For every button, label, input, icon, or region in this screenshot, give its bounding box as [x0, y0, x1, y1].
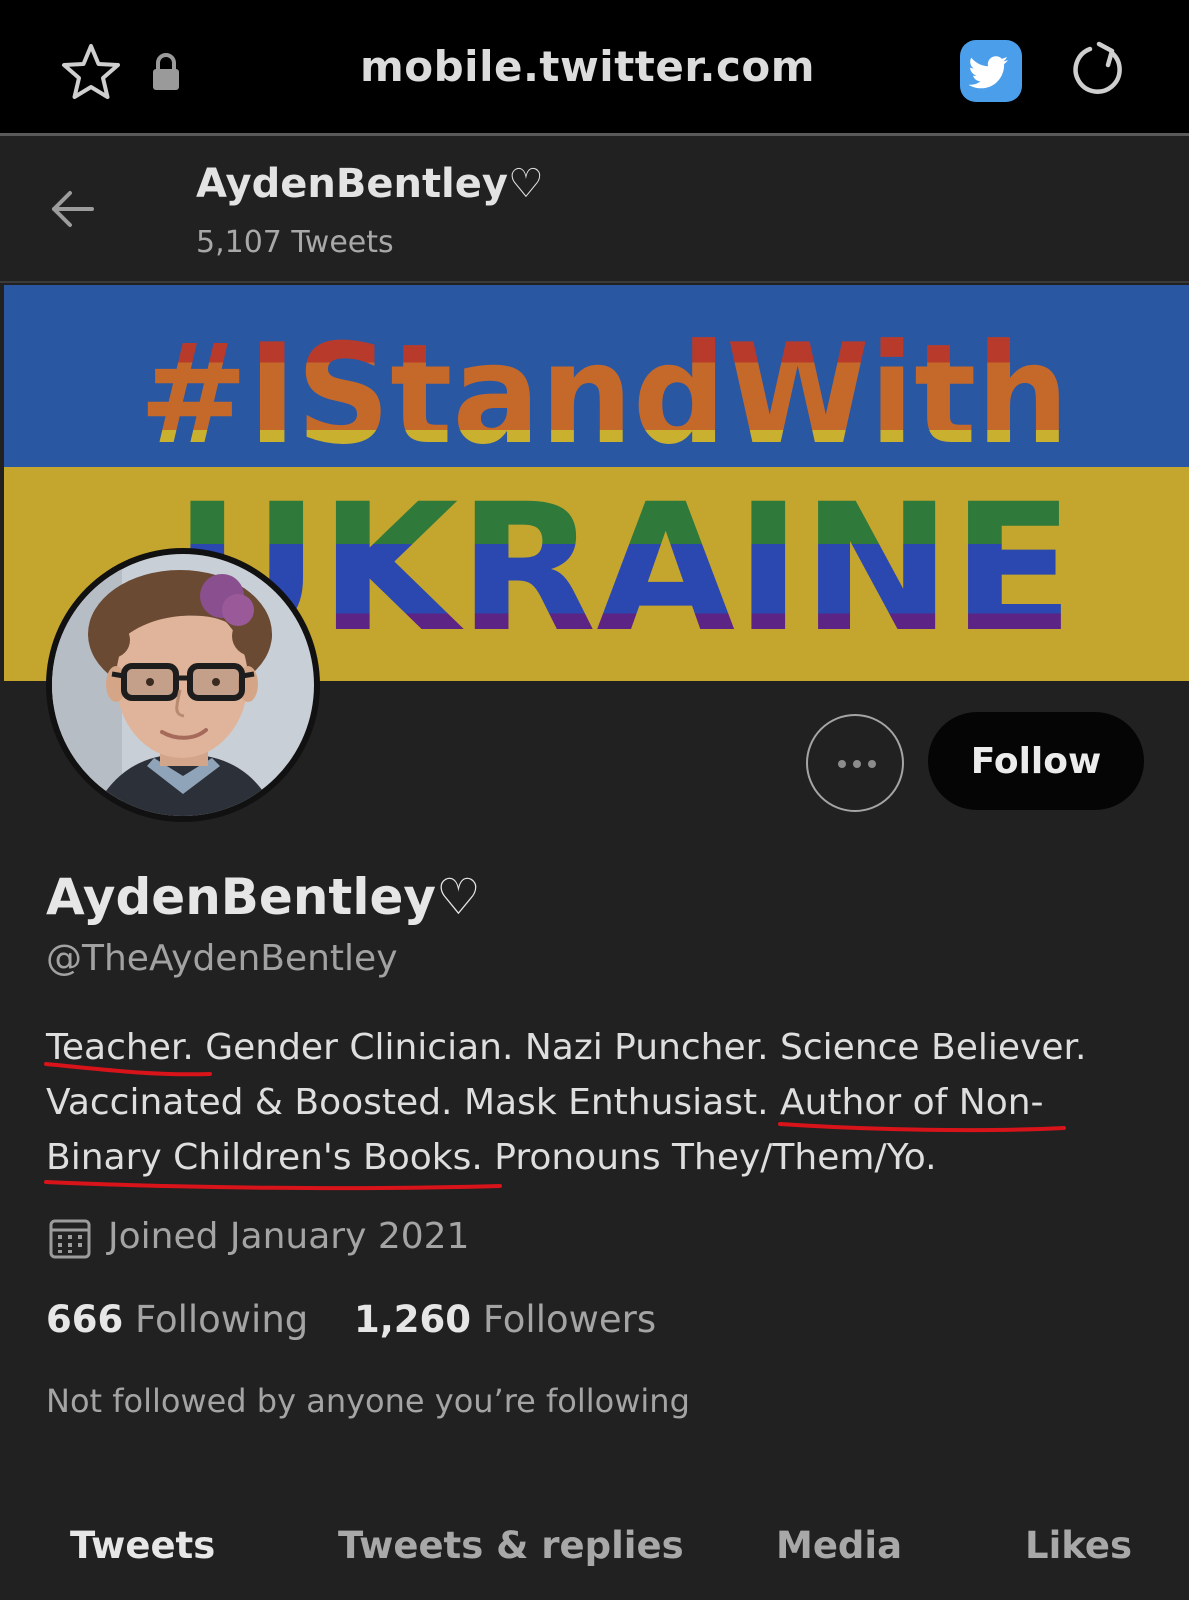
profile-avatar[interactable]: [46, 548, 320, 822]
profile-display-name: AydenBentley♡: [46, 868, 481, 926]
tab-likes[interactable]: Likes: [1025, 1524, 1132, 1567]
mutual-followers-note: Not followed by anyone you’re following: [46, 1382, 690, 1420]
following-count: 666: [46, 1298, 124, 1341]
following-link[interactable]: 666 Following: [46, 1298, 308, 1341]
banner-line1: #IStandWith: [139, 314, 1069, 475]
profile-tabs: Tweets Tweets & replies Media Likes: [0, 1510, 1189, 1600]
bio-line: Teacher. Gender Clinician. Nazi Puncher.…: [46, 1027, 1087, 1068]
dot: [853, 760, 861, 768]
follow-button[interactable]: Follow: [928, 712, 1144, 810]
dot: [838, 760, 846, 768]
tab-media[interactable]: Media: [776, 1524, 902, 1567]
joined-date: Joined January 2021: [108, 1216, 470, 1257]
back-arrow-icon[interactable]: [50, 189, 96, 229]
lock-icon: [153, 53, 179, 90]
address-bar-url[interactable]: mobile.twitter.com: [360, 42, 815, 91]
tab-tweets-and-replies[interactable]: Tweets & replies: [338, 1524, 684, 1567]
profile-handle: @TheAydenBentley: [46, 938, 398, 979]
followers-count: 1,260: [354, 1298, 472, 1341]
browser-toolbar: mobile.twitter.com: [0, 0, 1189, 136]
bio-line: Binary Children's Books. Pronouns They/T…: [46, 1137, 937, 1178]
bio-line: Vaccinated & Boosted. Mask Enthusiast. A…: [46, 1082, 1044, 1123]
followers-link[interactable]: 1,260 Followers: [354, 1298, 656, 1341]
more-options-button[interactable]: [806, 714, 904, 812]
following-label: Following: [135, 1298, 309, 1341]
followers-label: Followers: [482, 1298, 657, 1341]
header-tweet-count: 5,107 Tweets: [196, 225, 394, 260]
calendar-icon: [49, 1219, 91, 1259]
profile-bio: Teacher. Gender Clinician. Nazi Puncher.…: [46, 1020, 1156, 1185]
tab-tweets[interactable]: Tweets: [70, 1524, 215, 1567]
twitter-bird-icon[interactable]: [960, 40, 1022, 102]
star-icon[interactable]: [60, 42, 122, 102]
profile-top-bar: AydenBentley♡ 5,107 Tweets: [0, 139, 1189, 283]
reload-icon[interactable]: [1070, 40, 1126, 100]
header-display-name: AydenBentley♡: [196, 161, 544, 207]
dot: [868, 760, 876, 768]
